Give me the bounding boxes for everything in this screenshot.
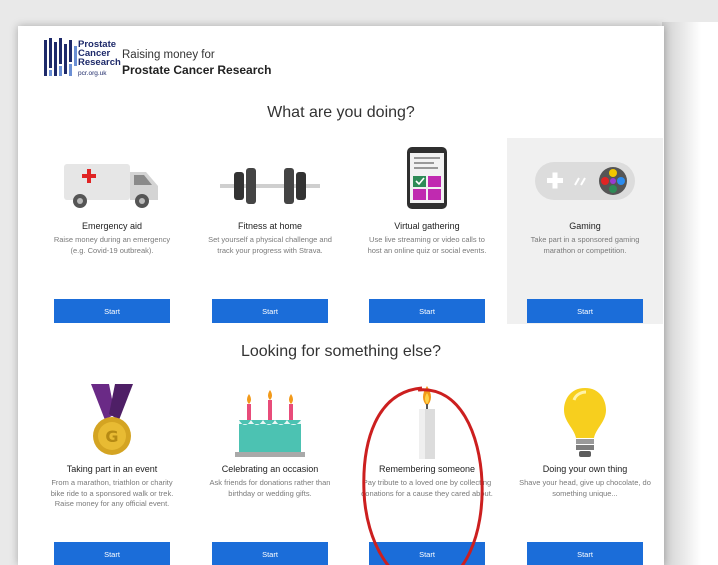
logo-wordmark: Prostate Cancer Research xyxy=(78,40,121,68)
light-bulb-icon xyxy=(564,388,606,457)
card-fitness-at-home: Fitness at home Set yourself a physical … xyxy=(192,138,348,324)
card-name: Gaming xyxy=(569,221,601,231)
card-name: Remembering someone xyxy=(378,464,476,474)
section-title-primary: What are you doing? xyxy=(267,104,415,121)
fundraising-page: Prostate Cancer Research pcr.org.uk Rais… xyxy=(18,26,664,565)
card-description: Raise money during an emergency (e.g. Co… xyxy=(53,235,171,255)
card-taking-part-in-event: G Taking part in an event From a maratho… xyxy=(34,378,190,565)
card-name: Celebrating an occasion xyxy=(221,464,319,474)
card-name: Emergency aid xyxy=(81,221,143,231)
card-name: Fitness at home xyxy=(237,221,303,231)
start-button-taking-part-in-event[interactable]: Start xyxy=(54,542,170,565)
charity-name: Prostate Cancer Research xyxy=(122,63,272,77)
gamepad-icon xyxy=(535,162,635,200)
pcr-logo-icon xyxy=(44,38,77,76)
page-shadow xyxy=(662,22,718,565)
card-name: Doing your own thing xyxy=(542,464,628,474)
ambulance-icon xyxy=(64,164,158,208)
card-name: Taking part in an event xyxy=(66,464,158,474)
svg-text:G: G xyxy=(105,427,118,446)
card-description: Take part in a sponsored gaming marathon… xyxy=(530,235,640,255)
card-description: Set yourself a physical challenge and tr… xyxy=(208,235,332,255)
logo-line-3: Research xyxy=(78,57,121,68)
start-button-virtual-gathering[interactable]: Start xyxy=(369,299,485,323)
section-title-secondary: Looking for something else? xyxy=(240,343,442,360)
card-description: Use live streaming or video calls to hos… xyxy=(367,235,487,255)
start-button-remembering-someone[interactable]: Start xyxy=(369,542,485,565)
raising-label: Raising money for xyxy=(122,49,215,61)
card-name: Virtual gathering xyxy=(394,221,460,231)
card-remembering-someone: Remembering someone Pay tribute to a lov… xyxy=(349,378,505,565)
site-header: Prostate Cancer Research pcr.org.uk Rais… xyxy=(18,26,664,86)
medal-icon: G xyxy=(91,384,133,455)
card-description: Ask friends for donations rather than bi… xyxy=(209,478,331,498)
card-celebrating-occasion: Celebrating an occasion Ask friends for … xyxy=(192,378,348,565)
start-button-doing-your-own-thing[interactable]: Start xyxy=(527,542,643,565)
start-button-celebrating-occasion[interactable]: Start xyxy=(212,542,328,565)
card-virtual-gathering: Virtual gathering Use live streaming or … xyxy=(349,138,505,324)
card-description: Pay tribute to a loved one by collecting… xyxy=(361,478,493,498)
card-emergency-aid: Emergency aid Raise money during an emer… xyxy=(34,138,190,324)
start-button-gaming[interactable]: Start xyxy=(527,299,643,323)
card-doing-your-own-thing: Doing your own thing Shave your head, gi… xyxy=(507,378,663,565)
logo-url: pcr.org.uk xyxy=(78,70,107,77)
candle-icon xyxy=(419,386,435,459)
card-description: From a marathon, triathlon or charity bi… xyxy=(50,478,174,508)
smartphone-icon xyxy=(407,147,447,209)
birthday-cake-icon xyxy=(235,390,305,457)
card-description: Shave your head, give up chocolate, do s… xyxy=(519,478,651,498)
card-gaming: Gaming Take part in a sponsored gaming m… xyxy=(507,138,663,324)
dumbbell-icon xyxy=(220,168,320,204)
start-button-fitness-at-home[interactable]: Start xyxy=(212,299,328,323)
start-button-emergency-aid[interactable]: Start xyxy=(54,299,170,323)
